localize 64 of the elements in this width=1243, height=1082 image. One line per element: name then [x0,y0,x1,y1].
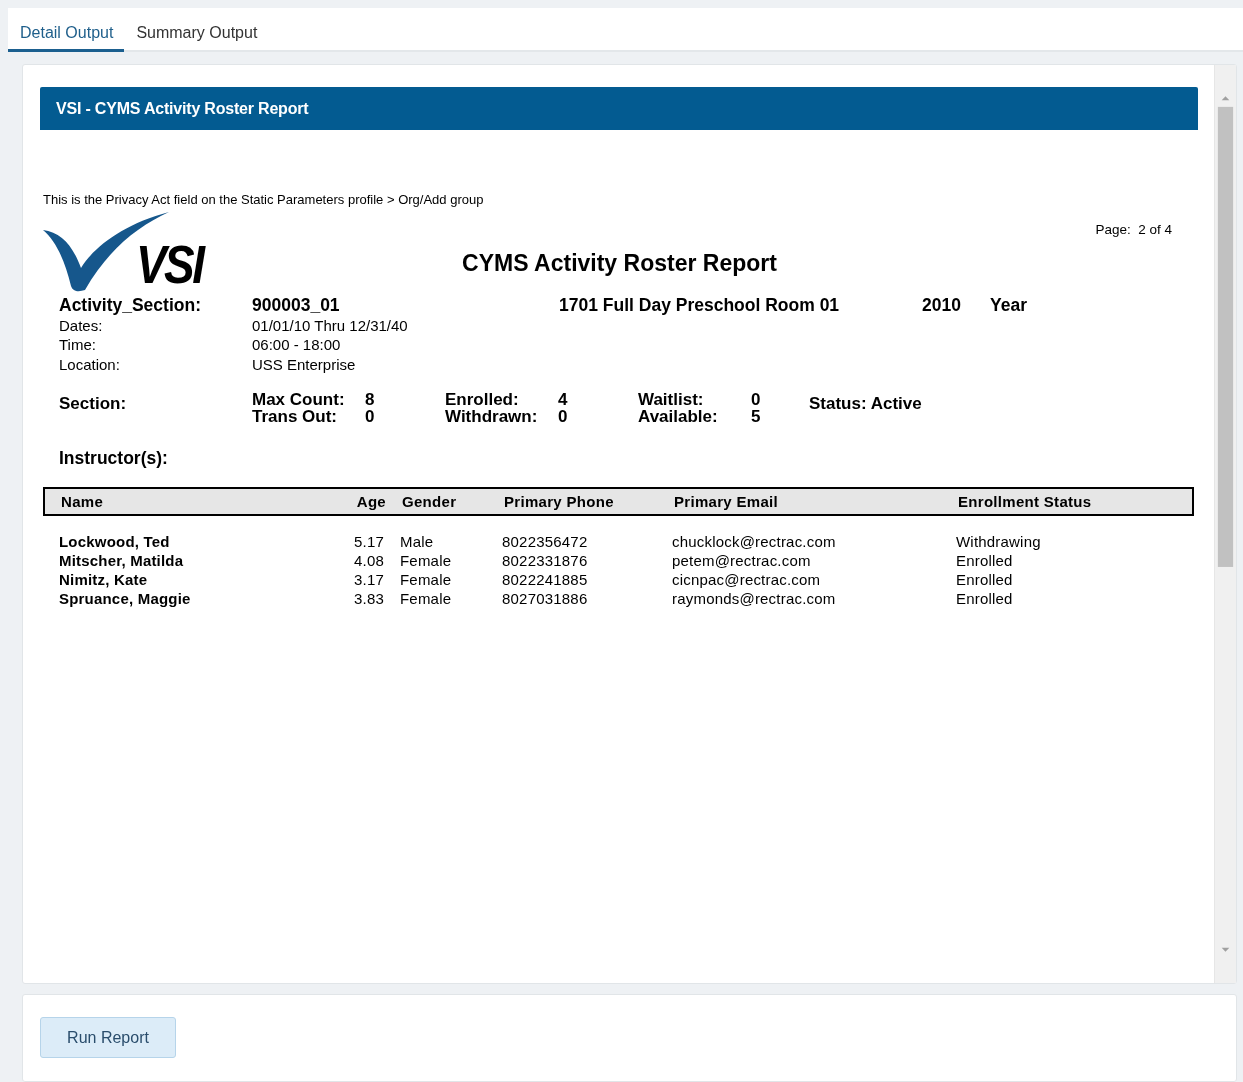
stat-label: Waitlist: [638,391,705,408]
field-label: Dates: [59,315,104,335]
table-cell: Enrolled [956,590,1013,608]
stat-value: 0 [558,408,569,425]
report-heading: CYMS Activity Roster Report [461,249,778,278]
table-cell: Female [400,552,452,570]
field-label: Location: [59,354,121,374]
instructors-label: Instructor(s): [59,447,169,470]
column-header: Enrollment Status [958,492,1092,510]
stat-label: Available: [638,408,719,425]
table-cell: 3.17 [354,571,384,589]
stat-value: 0 [365,408,376,425]
table-cell: cicnpac@rectrac.com [672,571,821,589]
stat-value: 4 [558,391,569,408]
stat-value: 5 [751,408,762,425]
scrollbar[interactable] [1214,65,1236,983]
table-cell: raymonds@rectrac.com [672,590,836,608]
page-number: Page: 2 of 4 [1094,221,1173,239]
field-label: Activity_Section: [59,296,202,316]
stat-label: Enrolled: [445,391,520,408]
field-value: 01/01/10 Thru 12/31/40 [252,315,409,335]
year-label: Year [990,296,1028,316]
table-cell: chucklock@rectrac.com [672,533,836,551]
stat-value: 0 [751,391,762,408]
stat-label: Max Count: [252,391,346,408]
table-cell: 4.08 [354,552,384,570]
privacy-note: This is the Privacy Act field on the Static Parameters profile > Org/Add group [43,191,485,209]
table-cell: Lockwood, Ted [59,533,170,551]
table-cell: Female [400,590,452,608]
table-cell: Female [400,571,452,589]
table-cell: Enrolled [956,552,1013,570]
table-cell: Withdrawing [956,533,1041,551]
table-cell: 8022241885 [502,571,588,589]
section-label: Section: [59,393,128,415]
run-report-button[interactable]: Run Report [40,1017,176,1058]
stat-value: 8 [365,391,376,408]
stat-label: Trans Out: [252,408,338,425]
year-value: 2010 [922,296,962,316]
report-title-bar: VSI - CYMS Activity Roster Report [40,87,1198,130]
field-value: 900003_01 [252,296,341,316]
field-value: 06:00 - 18:00 [252,335,342,355]
table-cell: Mitscher, Matilda [59,552,184,570]
table-cell: 8022331876 [502,552,588,570]
tab[interactable]: Detail Output [8,8,125,52]
column-header: Age [356,492,386,510]
activity-name: 1701 Full Day Preschool Room 01 [559,296,841,316]
column-header: Primary Email [674,492,778,510]
table-cell: 5.17 [354,533,384,551]
tab[interactable]: Summary Output [124,8,269,52]
column-header: Primary Phone [504,492,614,510]
field-value: USS Enterprise [252,354,357,374]
table-cell: 8022356472 [502,533,588,551]
table-cell: Male [400,533,434,551]
table-cell: Spruance, Maggie [59,590,191,608]
table-cell: Enrolled [956,571,1013,589]
table-cell: 3.83 [354,590,384,608]
table-cell: Nimitz, Kate [59,571,148,589]
field-label: Time: [59,335,97,355]
stat-label: Withdrawn: [445,408,539,425]
status-text: Status: Active [809,393,923,415]
table-cell: petem@rectrac.com [672,552,811,570]
column-header: Gender [402,492,457,510]
column-header: Name [61,492,104,510]
table-cell: 8027031886 [502,590,588,608]
